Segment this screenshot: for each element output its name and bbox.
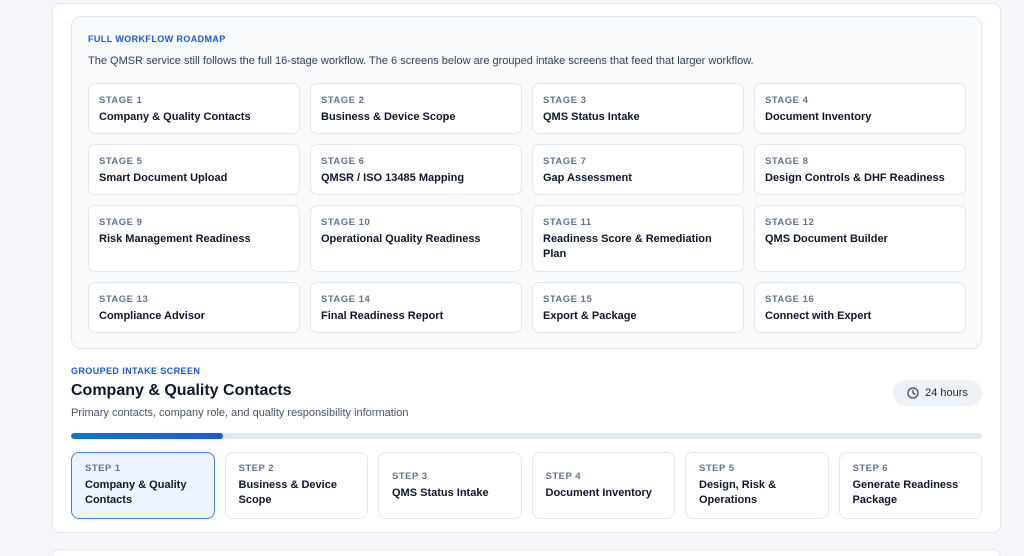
- stage-title: QMS Status Intake: [543, 111, 640, 123]
- step-label: STEP 3: [392, 470, 428, 482]
- next-panel: [52, 549, 1001, 556]
- stage-title: Final Readiness Report: [321, 310, 444, 322]
- step-title: Business & Device Scope: [238, 479, 337, 506]
- step-tab-6[interactable]: STEP 6 Generate Readiness Package: [838, 452, 982, 519]
- stage-title: Business & Device Scope: [321, 111, 456, 123]
- stage-label: STAGE 16: [765, 294, 815, 305]
- step-tab-2[interactable]: STEP 2 Business & Device Scope: [224, 452, 368, 519]
- stage-card-15: STAGE 15 Export & Package: [532, 282, 744, 333]
- clock-icon: [907, 387, 919, 399]
- stage-title: QMSR / ISO 13485 Mapping: [321, 172, 465, 184]
- intake-eyebrow: GROUPED INTAKE SCREEN: [71, 366, 201, 376]
- stage-label: STAGE 4: [765, 95, 809, 106]
- stage-card-3: STAGE 3 QMS Status Intake: [532, 83, 744, 134]
- step-navigation: STEP 1 Company & Quality Contacts STEP 2 B…: [71, 452, 982, 519]
- stage-label: STAGE 8: [765, 156, 809, 167]
- roadmap-description: The QMSR service still follows the full …: [88, 55, 754, 67]
- stage-label: STAGE 12: [765, 217, 815, 228]
- step-title: Generate Readiness Package: [852, 479, 959, 506]
- stage-label: STAGE 7: [543, 156, 587, 167]
- stage-title: Smart Document Upload: [99, 172, 228, 184]
- stage-label: STAGE 13: [99, 294, 149, 305]
- stage-card-12: STAGE 12 QMS Document Builder: [754, 205, 966, 272]
- stage-title: Document Inventory: [765, 111, 872, 123]
- stage-title: Operational Quality Readiness: [321, 233, 481, 245]
- stage-label: STAGE 1: [99, 95, 143, 106]
- step-label: STEP 1: [85, 463, 121, 474]
- progress-bar: [71, 433, 982, 439]
- page-title: Company & Quality Contacts: [71, 382, 292, 399]
- stage-card-11: STAGE 11 Readiness Score & Remediation Pl…: [532, 205, 744, 272]
- step-label: STEP 6: [852, 463, 889, 474]
- intake-description: Primary contacts, company role, and qual…: [71, 407, 409, 419]
- stage-title: Design Controls & DHF Readiness: [765, 172, 945, 184]
- step-label: STEP 2: [238, 463, 275, 474]
- stage-card-5: STAGE 5 Smart Document Upload: [88, 144, 300, 195]
- step-tab-5[interactable]: STEP 5 Design, Risk & Operations: [685, 452, 829, 519]
- stage-label: STAGE 9: [99, 217, 143, 228]
- step-label: STEP 4: [545, 470, 582, 482]
- stage-title: Export & Package: [543, 310, 637, 322]
- workflow-roadmap: FULL WORKFLOW ROADMAP The QMSR service s…: [71, 16, 982, 349]
- stage-title: Connect with Expert: [765, 310, 872, 322]
- stage-title: Gap Assessment: [543, 172, 632, 184]
- step-tab-3[interactable]: STEP 3 QMS Status Intake: [378, 452, 522, 519]
- stage-label: STAGE 5: [99, 156, 143, 167]
- stage-card-10: STAGE 10 Operational Quality Readiness: [310, 205, 522, 272]
- stage-card-16: STAGE 16 Connect with Expert: [754, 282, 966, 333]
- stage-card-9: STAGE 9 Risk Management Readiness: [88, 205, 300, 272]
- progress-bar-fill: [71, 433, 223, 439]
- stage-title: Risk Management Readiness: [99, 233, 251, 245]
- step-tab-4[interactable]: STEP 4 Document Inventory: [531, 452, 675, 519]
- stage-card-14: STAGE 14 Final Readiness Report: [310, 282, 522, 333]
- stage-card-4: STAGE 4 Document Inventory: [754, 83, 966, 134]
- step-title: Company & Quality Contacts: [85, 479, 187, 506]
- stage-label: STAGE 6: [321, 156, 365, 167]
- step-title: QMS Status Intake: [392, 486, 489, 499]
- stage-label: STAGE 2: [321, 95, 365, 106]
- stage-title: Company & Quality Contacts: [99, 111, 251, 123]
- stage-grid: STAGE 1 Company & Quality Contacts STAGE …: [88, 83, 966, 333]
- stage-card-6: STAGE 6 QMSR / ISO 13485 Mapping: [310, 144, 522, 195]
- stage-label: STAGE 15: [543, 294, 593, 305]
- stage-card-1: STAGE 1 Company & Quality Contacts: [88, 83, 300, 134]
- time-estimate-badge: 24 hours: [893, 380, 982, 406]
- stage-title: Compliance Advisor: [99, 310, 205, 322]
- stage-card-8: STAGE 8 Design Controls & DHF Readiness: [754, 144, 966, 195]
- step-tab-1[interactable]: STEP 1 Company & Quality Contacts: [71, 452, 215, 519]
- step-title: Design, Risk & Operations: [699, 479, 777, 506]
- stage-label: STAGE 14: [321, 294, 371, 305]
- stage-label: STAGE 3: [543, 95, 587, 106]
- step-label: STEP 5: [699, 463, 735, 474]
- time-estimate-label: 24 hours: [925, 387, 968, 399]
- stage-label: STAGE 10: [321, 217, 371, 228]
- stage-card-2: STAGE 2 Business & Device Scope: [310, 83, 522, 134]
- stage-card-13: STAGE 13 Compliance Advisor: [88, 282, 300, 333]
- step-title: Document Inventory: [545, 486, 652, 499]
- stage-card-7: STAGE 7 Gap Assessment: [532, 144, 744, 195]
- stage-title: Readiness Score & Remediation Plan: [543, 233, 712, 260]
- stage-title: QMS Document Builder: [765, 233, 888, 245]
- roadmap-eyebrow: FULL WORKFLOW ROADMAP: [88, 34, 226, 44]
- stage-label: STAGE 11: [543, 217, 592, 228]
